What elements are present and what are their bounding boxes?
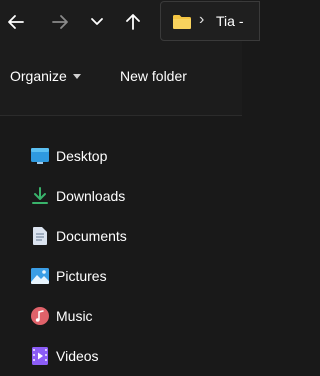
download-icon bbox=[30, 186, 50, 206]
new-folder-button[interactable]: New folder bbox=[114, 62, 193, 90]
arrow-left-icon bbox=[8, 15, 24, 29]
nav-item-label: Desktop bbox=[56, 148, 108, 164]
music-icon bbox=[30, 306, 50, 326]
up-button[interactable] bbox=[117, 6, 149, 38]
pictures-icon bbox=[30, 266, 50, 286]
caret-down-icon bbox=[72, 73, 81, 79]
nav-item-music[interactable]: Music bbox=[22, 299, 222, 333]
nav-item-label: Videos bbox=[56, 348, 99, 364]
nav-item-label: Pictures bbox=[56, 268, 107, 284]
nav-item-videos[interactable]: Videos bbox=[22, 339, 222, 373]
arrow-right-icon bbox=[52, 15, 68, 29]
nav-item-label: Documents bbox=[56, 228, 127, 244]
chevron-down-icon bbox=[91, 18, 103, 25]
nav-item-label: Music bbox=[56, 308, 93, 324]
nav-item-documents[interactable]: Documents bbox=[22, 219, 222, 253]
back-button[interactable] bbox=[0, 6, 32, 38]
breadcrumb-separator[interactable]: › bbox=[199, 11, 204, 29]
breadcrumb-current[interactable]: Tia - bbox=[216, 13, 243, 29]
navigation-bar: › Tia - bbox=[0, 0, 260, 46]
nav-item-desktop[interactable]: Desktop bbox=[22, 139, 222, 173]
new-folder-label: New folder bbox=[120, 68, 187, 84]
videos-icon bbox=[30, 346, 50, 366]
organize-label: Organize bbox=[10, 68, 67, 84]
nav-item-pictures[interactable]: Pictures bbox=[22, 259, 222, 293]
organize-button[interactable]: Organize bbox=[4, 62, 87, 90]
desktop-icon bbox=[30, 146, 50, 166]
navigation-pane: Desktop Downloads Documents Pictures Mus… bbox=[0, 116, 242, 376]
arrow-up-icon bbox=[126, 14, 140, 30]
address-bar[interactable]: › Tia - bbox=[160, 1, 260, 41]
document-icon bbox=[30, 226, 50, 246]
forward-button[interactable] bbox=[44, 6, 76, 38]
nav-item-downloads[interactable]: Downloads bbox=[22, 179, 222, 213]
folder-icon bbox=[173, 15, 191, 29]
command-bar: Organize New folder bbox=[0, 46, 242, 116]
recent-locations-button[interactable] bbox=[81, 6, 113, 38]
nav-item-label: Downloads bbox=[56, 188, 126, 204]
